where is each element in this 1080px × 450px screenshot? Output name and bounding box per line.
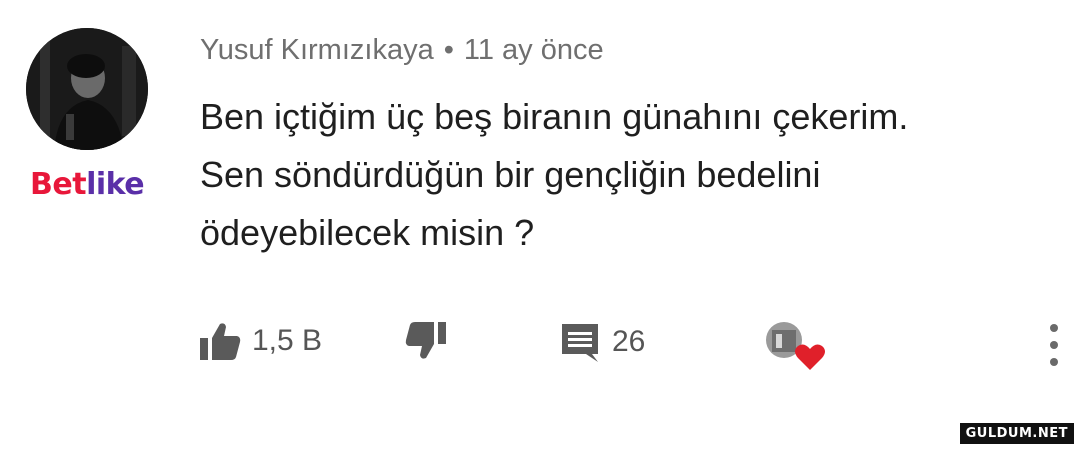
watermark: GULDUM.NET <box>959 423 1074 444</box>
heart-icon <box>766 322 825 370</box>
reply-count: 26 <box>612 325 646 358</box>
comment-time[interactable]: 11 ay önce <box>464 34 604 66</box>
comment-actions: 1,5 B 26 <box>0 320 1080 370</box>
comment-line: Sen söndürdüğün bir gençliğin bedelini <box>200 154 821 195</box>
thumbs-down-icon <box>405 322 446 359</box>
vertical-dots-icon <box>1050 324 1058 366</box>
dislike-button[interactable] <box>404 320 448 362</box>
meta-separator: • <box>443 34 454 66</box>
comment-text: Ben içtiğim üç beş biranın günahını çeke… <box>200 88 1070 262</box>
more-options-button[interactable] <box>1044 320 1064 370</box>
author-avatar[interactable] <box>26 28 148 150</box>
avatar-photo <box>26 28 148 150</box>
like-button[interactable]: 1,5 B <box>198 320 322 362</box>
thumbs-up-icon <box>200 323 241 360</box>
author-name[interactable]: Yusuf Kırmızıkaya <box>200 34 434 66</box>
like-count: 1,5 B <box>252 324 323 357</box>
reply-button[interactable]: 26 <box>558 320 645 364</box>
brand-logo-part1: Bet <box>30 167 87 202</box>
comment-line: ödeyebilecek misin ? <box>200 212 535 253</box>
brand-logo: Betlike <box>30 167 145 202</box>
brand-logo-part2: like <box>86 167 145 202</box>
comment-line: Ben içtiğim üç beş biranın günahını çeke… <box>200 96 909 137</box>
comment-icon <box>562 324 598 362</box>
creator-heart <box>762 316 832 376</box>
comment-header: Yusuf Kırmızıkaya • 11 ay önce <box>200 34 604 67</box>
